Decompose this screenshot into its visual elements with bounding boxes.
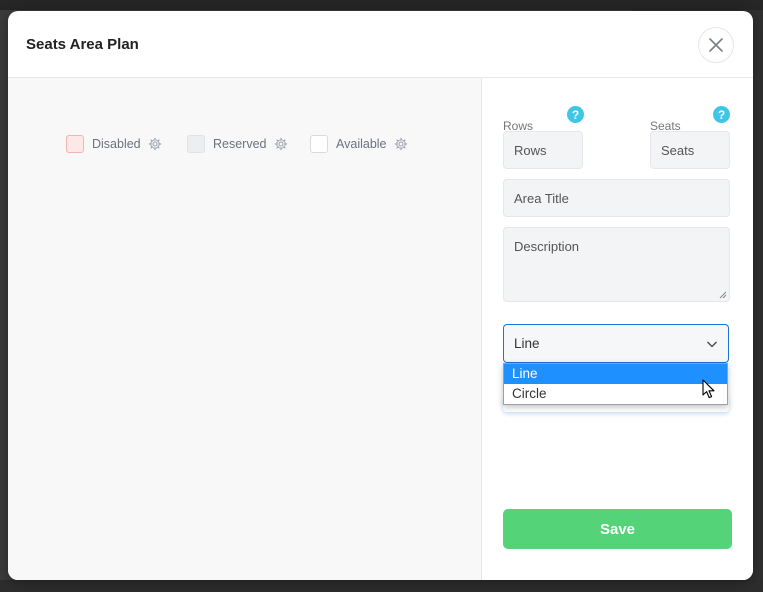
legend-reserved-swatch xyxy=(187,135,205,153)
seats-help-icon[interactable]: ? xyxy=(713,106,730,123)
backdrop-top xyxy=(0,0,763,10)
seats-placeholder: Seats xyxy=(661,142,695,158)
legend-disabled-label: Disabled xyxy=(92,137,141,151)
gear-icon[interactable] xyxy=(394,137,408,151)
rows-help-icon[interactable]: ? xyxy=(567,106,584,123)
legend-reserved-label: Reserved xyxy=(213,137,267,151)
legend-reserved: Reserved xyxy=(187,135,288,153)
backdrop-bottom xyxy=(0,580,763,592)
legend-available: Available xyxy=(310,135,408,153)
gear-icon[interactable] xyxy=(148,137,162,151)
area-settings-panel: ? ? Rows Seats Rows Seats Area Title Des… xyxy=(482,78,753,580)
seat-plan-canvas[interactable]: Disabled Reserved Available xyxy=(8,78,482,580)
legend-disabled-swatch xyxy=(66,135,84,153)
legend-available-label: Available xyxy=(336,137,387,151)
legend-available-swatch xyxy=(310,135,328,153)
area-title-placeholder: Area Title xyxy=(514,190,569,206)
chevron-down-icon xyxy=(707,341,717,348)
legend-disabled: Disabled xyxy=(66,135,162,153)
option-circle[interactable]: Circle xyxy=(504,384,727,404)
shape-select[interactable]: Line xyxy=(503,324,729,363)
rows-placeholder: Rows xyxy=(514,142,547,158)
modal-title: Seats Area Plan xyxy=(26,36,139,53)
rows-input[interactable]: Rows xyxy=(503,131,583,169)
save-button[interactable]: Save xyxy=(503,509,732,549)
option-line[interactable]: Line xyxy=(504,364,727,384)
description-placeholder: Description xyxy=(514,239,580,254)
shape-select-value: Line xyxy=(514,336,540,351)
close-icon xyxy=(709,38,723,52)
description-textarea[interactable]: Description xyxy=(503,227,730,302)
close-button[interactable] xyxy=(698,27,734,63)
mouse-cursor-icon xyxy=(702,379,715,399)
seats-input[interactable]: Seats xyxy=(650,131,730,169)
shape-options-list: Line Circle xyxy=(503,363,728,405)
area-title-input[interactable]: Area Title xyxy=(503,179,730,217)
gear-icon[interactable] xyxy=(274,137,288,151)
modal-header: Seats Area Plan xyxy=(8,11,753,78)
seats-area-plan-modal: Seats Area Plan Disabled Reserved Availa… xyxy=(8,11,753,580)
resize-grip-icon[interactable] xyxy=(719,291,727,299)
